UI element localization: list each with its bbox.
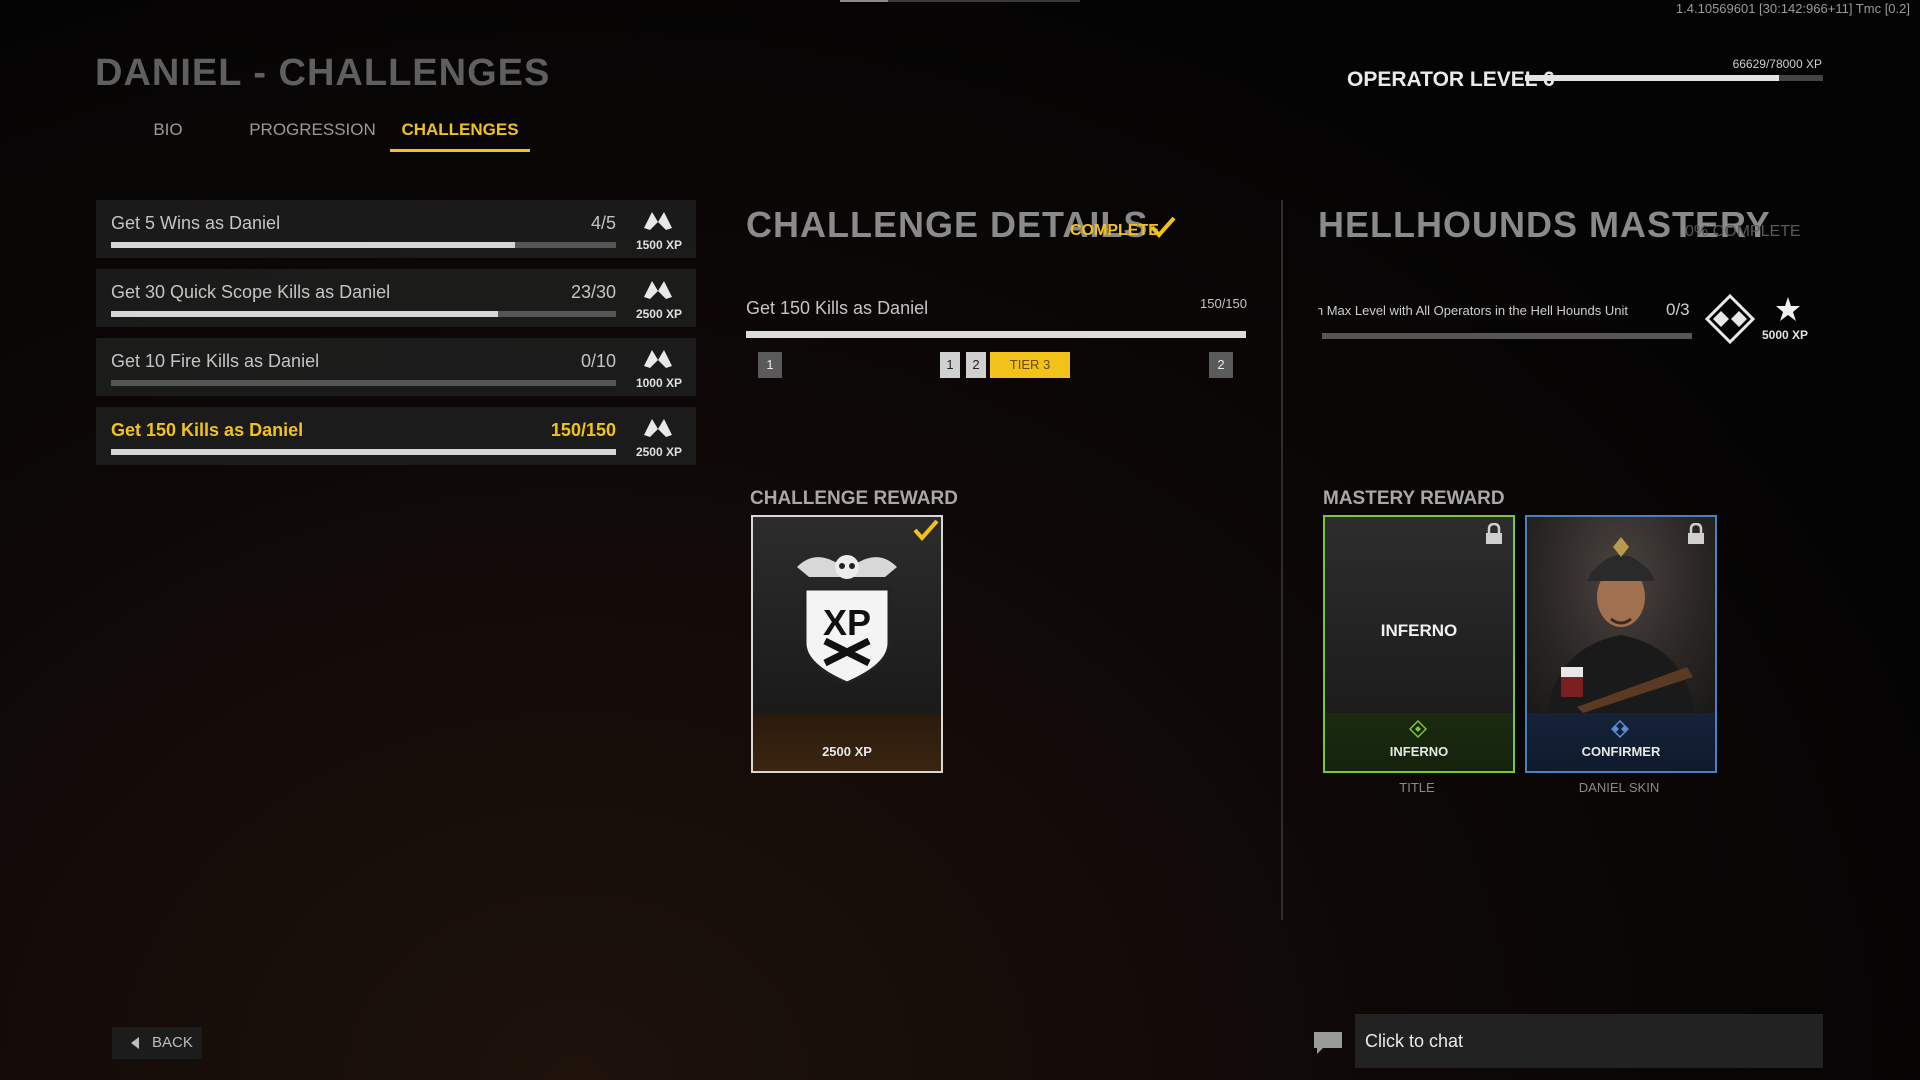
challenge-reward-card[interactable]: XP 2500 XP: [751, 515, 943, 773]
active-tab-underline: [390, 149, 530, 152]
operator-xp-bar: [1525, 75, 1823, 81]
chat-icon: [1314, 1032, 1342, 1054]
challenge-xp: 2500 XP: [635, 445, 682, 459]
challenge-progress-fill: [111, 311, 499, 317]
page-title: DANIEL - CHALLENGES: [95, 52, 551, 94]
tier-current[interactable]: TIER 3: [990, 352, 1070, 378]
mastery-reward-card-confirmer[interactable]: CONFIRMER: [1525, 515, 1717, 773]
reward-type-label: DANIEL SKIN: [1578, 780, 1660, 795]
mastery-challenge-name: Reach Max Level with All Operators in th…: [1318, 303, 1628, 318]
challenge-progress-bar: [111, 380, 616, 386]
operator-skin-portrait: [1547, 537, 1695, 713]
reward-label: INFERNO: [1389, 744, 1449, 759]
challenge-row[interactable]: Get 5 Wins as Daniel 4/5 1500 XP: [96, 200, 696, 258]
tier-next-button[interactable]: 2: [1209, 352, 1233, 378]
mastery-progress-bar: [1322, 333, 1692, 339]
checkmark-icon: [913, 519, 939, 541]
challenge-progress-bar: [111, 242, 616, 248]
xp-token-icon: [644, 419, 672, 437]
tab-progression[interactable]: PROGRESSION: [245, 120, 380, 152]
challenge-name: Get 5 Wins as Daniel: [111, 213, 281, 233]
challenge-progress-fill: [111, 449, 616, 455]
reward-footer: INFERNO: [1325, 713, 1513, 771]
challenge-count: 150/150: [550, 420, 616, 440]
title-preview-text: INFERNO: [1380, 621, 1458, 640]
challenge-detail-progress-fill: [746, 331, 1246, 338]
xp-emblem-text: XP: [823, 602, 871, 643]
lock-icon: [1486, 523, 1502, 544]
lock-icon: [1688, 523, 1704, 544]
challenge-detail-progress-bar: [746, 331, 1246, 338]
mastery-reward-label: MASTERY REWARD: [1323, 488, 1505, 509]
chat-input[interactable]: Click to chat: [1355, 1014, 1823, 1068]
tab-bio[interactable]: BIO: [120, 120, 216, 152]
rarity-green-icon: [1409, 720, 1427, 738]
mastery-diamond-icon: [1705, 294, 1755, 344]
challenge-detail-name: Get 150 Kills as Daniel: [746, 298, 929, 318]
reward-footer: 2500 XP: [753, 713, 941, 771]
tab-label: PROGRESSION: [249, 120, 376, 139]
challenge-progress-bar: [111, 311, 616, 317]
checkmark-icon: [1150, 216, 1176, 238]
challenge-name: Get 30 Quick Scope Kills as Daniel: [111, 282, 391, 302]
challenge-xp: 2500 XP: [635, 307, 682, 321]
challenge-progress-bar: [111, 449, 616, 455]
column-divider: [1281, 200, 1283, 920]
challenge-xp: 1500 XP: [635, 238, 682, 252]
challenge-row[interactable]: Get 10 Fire Kills as Daniel 0/10 1000 XP: [96, 338, 696, 396]
star-icon: [1776, 297, 1800, 321]
challenge-row[interactable]: Get 30 Quick Scope Kills as Daniel 23/30…: [96, 269, 696, 327]
reward-label: 2500 XP: [822, 744, 872, 759]
xp-token-icon: [644, 212, 672, 230]
top-scroll-indicator: [840, 0, 1080, 2]
operator-xp-fill: [1525, 75, 1780, 81]
challenge-name: Get 150 Kills as Daniel: [111, 420, 304, 440]
chat-placeholder: Click to chat: [1365, 1031, 1464, 1051]
challenge-name: Get 10 Fire Kills as Daniel: [111, 351, 320, 371]
challenge-row-selected[interactable]: Get 150 Kills as Daniel 150/150 2500 XP: [96, 407, 696, 465]
tab-label: BIO: [153, 120, 183, 139]
challenge-count: 0/10: [580, 351, 616, 371]
mastery-reward-card-inferno[interactable]: INFERNO INFERNO: [1323, 515, 1515, 773]
mastery-challenge-text: Reach Max Level with All Operators in th…: [1318, 303, 1628, 318]
reward-footer: CONFIRMER: [1527, 713, 1715, 771]
challenge-reward-label: CHALLENGE REWARD: [750, 488, 958, 509]
challenge-status: COMPLETE: [1070, 222, 1159, 239]
challenge-count: 23/30: [570, 282, 616, 302]
tier-2-button[interactable]: 2: [966, 352, 986, 378]
xp-token-icon: [644, 281, 672, 299]
reward-label: CONFIRMER: [1581, 744, 1661, 759]
reward-art: [1527, 517, 1715, 713]
back-button[interactable]: BACK: [112, 1027, 202, 1059]
tier-1-button[interactable]: 1: [940, 352, 960, 378]
tab-challenges[interactable]: CHALLENGES: [390, 120, 530, 152]
reward-art: XP: [753, 517, 941, 713]
reward-type-label: TITLE: [1399, 780, 1435, 795]
back-label: BACK: [152, 1034, 193, 1051]
challenge-detail-count: 150/150: [1200, 296, 1247, 311]
xp-token-icon: [644, 350, 672, 368]
challenge-count: 4/5: [590, 213, 616, 233]
back-arrow-icon: [131, 1037, 139, 1049]
challenge-progress-fill: [111, 242, 515, 248]
tab-label: CHALLENGES: [401, 120, 519, 139]
build-info: 1.4.10569601 [30:142:966+11] Tmc [0.2]: [1675, 1, 1910, 16]
operator-level: OPERATOR LEVEL 6: [1347, 68, 1555, 91]
xp-emblem-icon: XP: [797, 555, 897, 685]
challenge-xp: 1000 XP: [635, 376, 682, 390]
operator-xp-text: 66629/78000 XP: [1732, 57, 1822, 71]
mastery-percent: 0% COMPLETE: [1685, 223, 1801, 240]
tier-prev-button[interactable]: 1: [758, 352, 782, 378]
rarity-blue-icon: [1611, 720, 1629, 738]
mastery-xp: 5000 XP: [1762, 328, 1809, 342]
reward-art: INFERNO: [1325, 517, 1513, 713]
mastery-count: 0/3: [1666, 300, 1690, 319]
